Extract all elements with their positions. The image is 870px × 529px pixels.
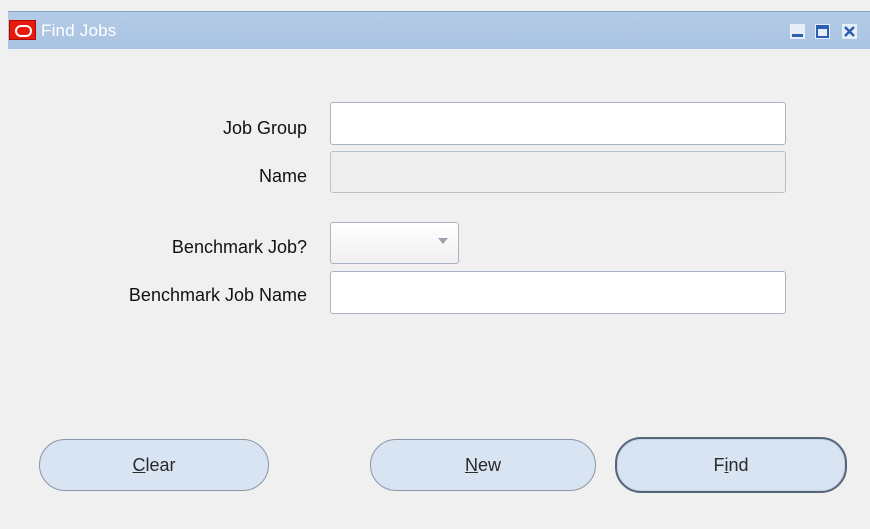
- job-group-field[interactable]: [330, 102, 786, 145]
- benchmark-job-select[interactable]: [330, 222, 459, 264]
- oracle-logo-icon: [9, 20, 36, 40]
- clear-label-rest: lear: [145, 454, 176, 475]
- name-field[interactable]: [330, 151, 786, 193]
- find-button[interactable]: Fi nd: [615, 437, 847, 493]
- name-label: Name: [258, 166, 307, 186]
- minimize-icon[interactable]: [790, 24, 805, 39]
- title-bar[interactable]: Find Jobs: [8, 11, 870, 49]
- maximize-icon[interactable]: [815, 24, 830, 39]
- window-title: Find Jobs: [41, 21, 117, 40]
- new-button[interactable]: New: [370, 439, 596, 491]
- benchmark-job-name-field[interactable]: [330, 271, 786, 314]
- job-group-label: Job Group: [222, 118, 307, 138]
- benchmark-job-label: Benchmark Job?: [171, 237, 307, 257]
- clear-mnemonic: C: [132, 454, 146, 475]
- clear-button[interactable]: Clear: [39, 439, 269, 491]
- new-label-rest: ew: [477, 454, 501, 475]
- find-label-start: F: [713, 454, 725, 475]
- find-jobs-window: Find Jobs Job Group Name Benchmark Job? …: [0, 0, 870, 529]
- new-mnemonic: N: [464, 454, 478, 475]
- close-icon[interactable]: [842, 24, 857, 39]
- chevron-down-icon[interactable]: [438, 238, 448, 244]
- find-label-rest: nd: [728, 454, 749, 475]
- benchmark-job-name-label: Benchmark Job Name: [128, 285, 307, 305]
